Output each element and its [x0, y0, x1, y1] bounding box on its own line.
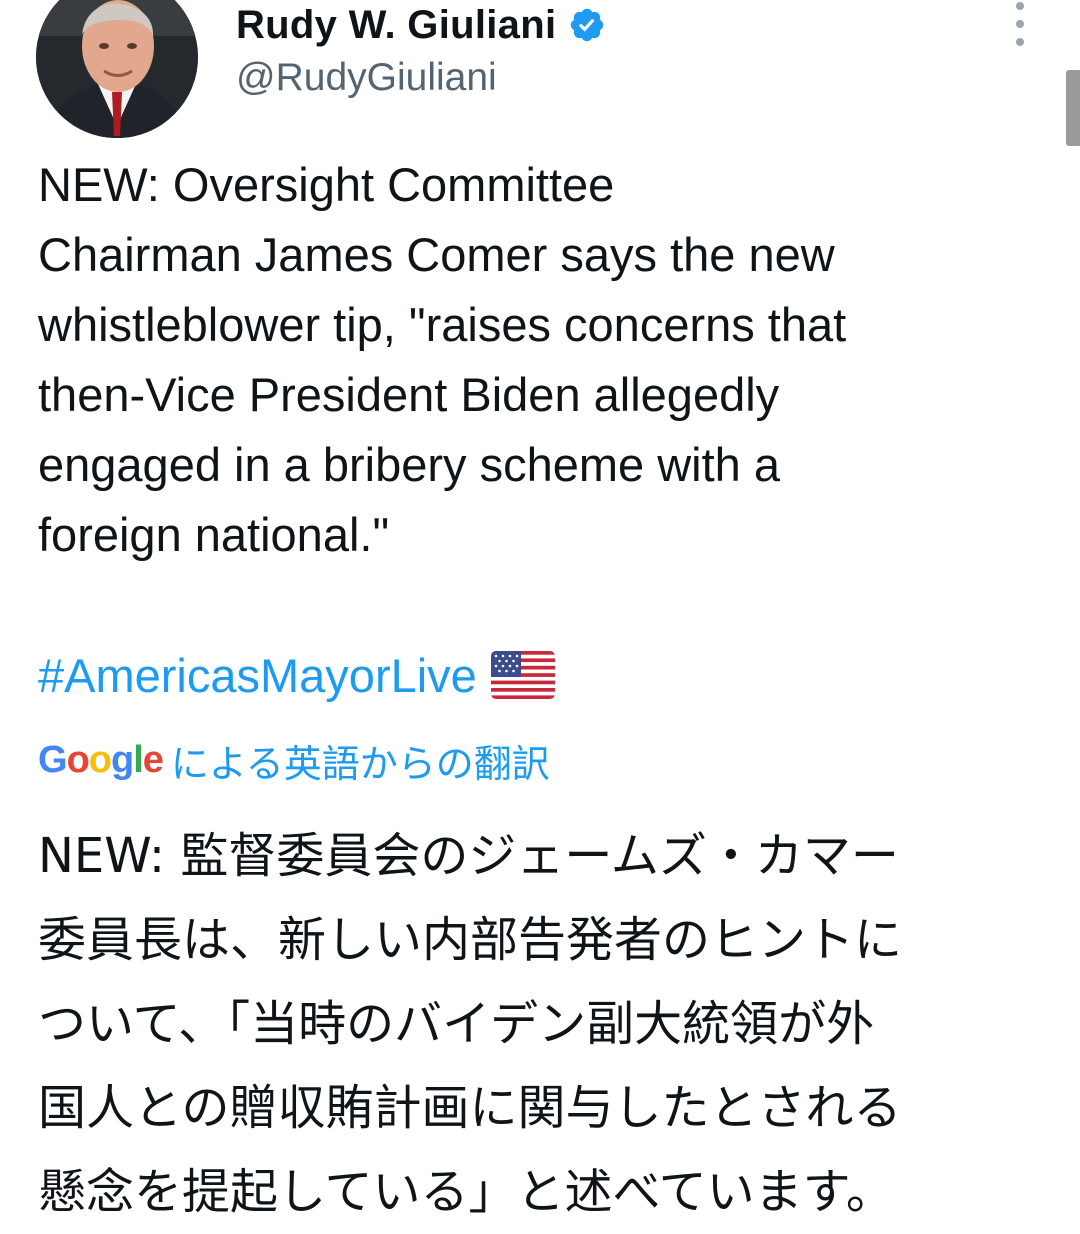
translation-attribution[interactable]: Google による英語からの翻訳 — [38, 732, 550, 788]
translated-tweet-text: NEW: 監督委員会のジェームズ・カマー 委員長は、新しい内部告発者のヒントに … — [38, 828, 903, 1220]
avatar-photo — [36, 0, 198, 138]
tweet-text: NEW: Oversight Committee Chairman James … — [38, 158, 847, 561]
hashtag-link[interactable]: #AmericasMayorLive — [38, 648, 477, 703]
avatar[interactable] — [36, 0, 198, 138]
hashtag-row: #AmericasMayorLive — [38, 640, 555, 710]
author-handle[interactable]: @RudyGiuliani — [236, 56, 497, 100]
author-name-row[interactable]: Rudy W. Giuliani — [236, 0, 606, 50]
author-display-name[interactable]: Rudy W. Giuliani — [236, 3, 556, 48]
verified-badge-icon — [571, 8, 604, 42]
us-flag-icon — [490, 651, 555, 699]
translation-label[interactable]: による英語からの翻訳 — [171, 733, 550, 788]
google-logo: Google — [38, 738, 164, 781]
more-vertical-icon[interactable] — [1010, 2, 1030, 46]
scrollbar[interactable] — [1066, 70, 1080, 146]
